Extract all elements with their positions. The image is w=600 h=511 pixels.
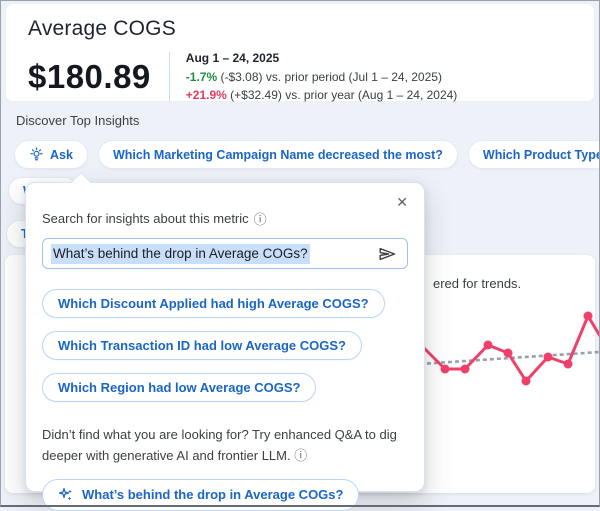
send-icon[interactable] <box>378 246 397 262</box>
suggestion-discount-applied[interactable]: Which Discount Applied had high Average … <box>42 289 385 318</box>
ask-button-label: Ask <box>50 148 73 162</box>
metric-value: $180.89 <box>28 58 151 96</box>
vertical-divider <box>169 52 170 102</box>
idea-bulb-icon <box>29 147 44 162</box>
ask-button[interactable]: Ask <box>14 140 88 169</box>
search-label: Search for insights about this metric <box>42 211 249 226</box>
info-icon[interactable]: ⓘ <box>294 448 307 463</box>
search-input-value[interactable]: What’s behind the drop in Average COGs? <box>51 244 310 264</box>
suggestion-region[interactable]: Which Region had low Average COGS? <box>42 373 316 402</box>
insight-chip-product-type[interactable]: Which Product Type decreased the most? <box>468 140 600 169</box>
popup-caret <box>71 172 91 192</box>
enhanced-qa-hint-text: Didn’t find what you are looking for? Tr… <box>42 427 397 463</box>
change-vs-prior-period: -1.7% (-$3.08) vs. prior period (Jul 1 –… <box>186 68 458 87</box>
metric-header-card: Average COGS $180.89 Aug 1 – 24, 2025 -1… <box>5 3 595 102</box>
chip-label: Which Marketing Campaign Name decreased … <box>113 148 443 162</box>
trends-anomaly-text: ered for trends. <box>433 276 521 291</box>
period-change-text: (-$3.08) vs. prior period (Jul 1 – 24, 2… <box>217 70 442 84</box>
insight-search-input[interactable]: What’s behind the drop in Average COGs? <box>42 238 408 269</box>
change-vs-prior-year: +21.9% (+$32.49) vs. prior year (Aug 1 –… <box>186 86 458 105</box>
period-change-pct: -1.7% <box>186 70 217 84</box>
enhanced-qa-hint: Didn’t find what you are looking for? Tr… <box>42 425 408 467</box>
insights-section-label: Discover Top Insights <box>16 113 139 128</box>
insight-chip-marketing-campaign[interactable]: Which Marketing Campaign Name decreased … <box>98 140 458 169</box>
year-change-pct: +21.9% <box>186 88 227 102</box>
suggestion-transaction-id[interactable]: Which Transaction ID had low Average COG… <box>42 331 362 360</box>
year-change-text: (+$32.49) vs. prior year (Aug 1 – 24, 20… <box>227 88 457 102</box>
enhanced-qa-button[interactable]: What’s behind the drop in Average COGs? <box>42 479 359 511</box>
enhanced-qa-button-label: What’s behind the drop in Average COGs? <box>82 487 343 502</box>
trends-chart <box>420 298 600 433</box>
close-icon[interactable]: ✕ <box>396 195 408 209</box>
ask-insights-popup: ✕ Search for insights about this metric … <box>25 182 425 492</box>
info-icon[interactable]: ⓘ <box>254 209 267 228</box>
chip-label: Which Product Type decreased the most? <box>483 148 600 162</box>
insight-chip-row: Ask Which Marketing Campaign Name decrea… <box>14 140 600 169</box>
page-title: Average COGS <box>28 17 594 41</box>
sparkle-icon <box>58 487 74 503</box>
date-range: Aug 1 – 24, 2025 <box>186 49 458 68</box>
